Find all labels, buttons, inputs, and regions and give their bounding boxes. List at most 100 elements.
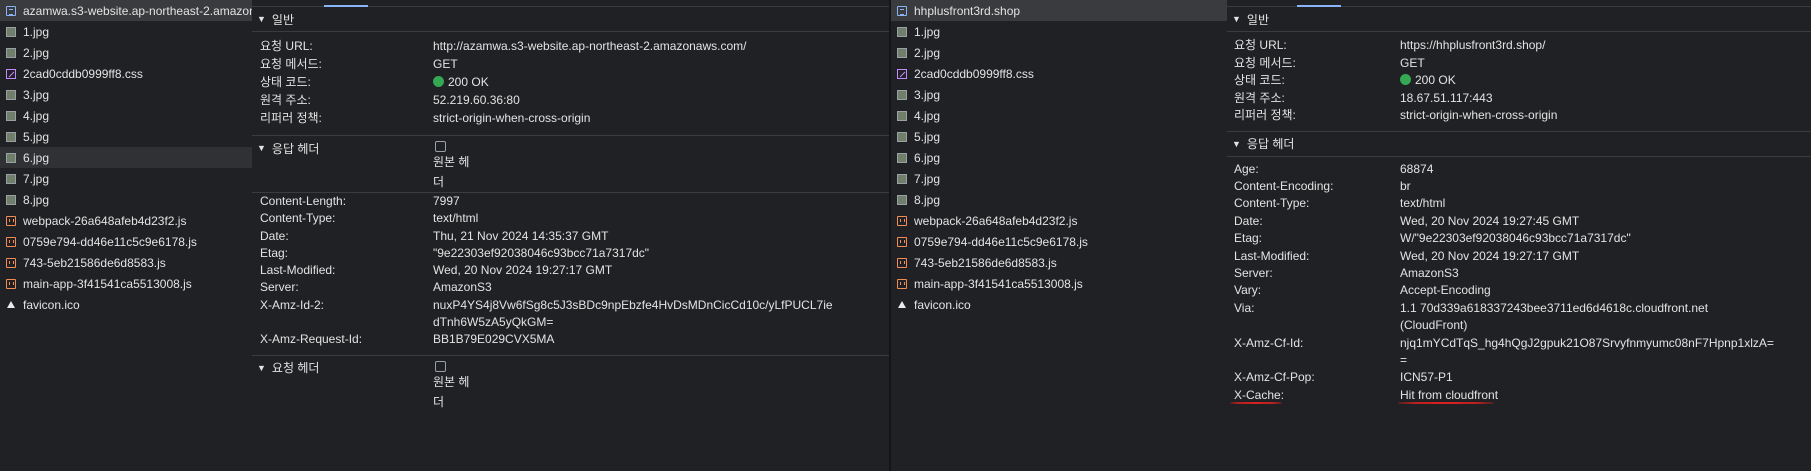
header-value: http://azamwa.s3-website.ap-northeast-2.… — [433, 39, 747, 53]
header-value: nuxP4YS4j8Vw6fSg8c5J3sBDc9npEbzfe4HvDsMD… — [433, 297, 833, 312]
image-icon — [6, 110, 16, 121]
header-row: Content-Type: text/html — [252, 210, 889, 227]
file-name: hhplusfront3rd.shop — [914, 3, 1021, 18]
image-icon — [897, 89, 907, 100]
file-list-item[interactable]: 3.jpg — [0, 84, 252, 105]
header-value: AmazonS3 — [433, 280, 492, 295]
file-list-item[interactable]: 4.jpg — [0, 105, 252, 126]
header-row: Vary: Accept-Encoding — [1227, 282, 1811, 299]
header-row: X-Amz-Cf-Pop: ICN57-P1 — [1227, 369, 1811, 386]
script-icon — [897, 215, 907, 226]
header-value-wrap: GET — [1400, 55, 1425, 73]
file-list-item[interactable]: favicon.ico — [0, 294, 252, 315]
file-list-item[interactable]: 743-5eb21586de6d8583.js — [0, 252, 252, 273]
file-name: main-app-3f41541ca5513008.js — [914, 276, 1083, 291]
header-key: Vary: — [1234, 283, 1262, 298]
file-name: 7.jpg — [914, 171, 941, 186]
file-list-item[interactable]: 7.jpg — [891, 168, 1227, 189]
section-title: 응답 헤더 — [1246, 137, 1295, 151]
file-list-item[interactable]: webpack-26a648afeb4d23f2.js — [891, 210, 1227, 231]
header-value-wrap: strict-origin-when-cross-origin — [1400, 107, 1557, 125]
file-list-item[interactable]: favicon.ico — [891, 294, 1227, 315]
file-list-item[interactable]: main-app-3f41541ca5513008.js — [891, 273, 1227, 294]
header-row: 요청 메서드: GET — [252, 55, 889, 73]
left-general-header[interactable]: ▼ 일반 — [252, 7, 889, 32]
header-key: Date: — [1234, 213, 1263, 228]
header-value-wrap: GET — [433, 55, 458, 73]
file-name: 5.jpg — [23, 129, 50, 144]
file-name: 8.jpg — [23, 192, 50, 207]
left-request-headers-header[interactable]: ▼ 요청 헤더 원본 헤 더 — [252, 354, 889, 412]
header-value: Wed, 20 Nov 2024 19:27:45 GMT — [1400, 213, 1580, 228]
header-value: "9e22303ef92038046c93bcc71a7317dc" — [433, 245, 650, 260]
file-list-item[interactable]: 3.jpg — [891, 84, 1227, 105]
image-icon — [897, 152, 907, 163]
header-value-wrap: Wed, 20 Nov 2024 19:27:17 GMT — [433, 262, 612, 279]
file-list-item[interactable]: 4.jpg — [891, 105, 1227, 126]
header-row: 요청 메서드: GET — [1227, 55, 1811, 73]
image-icon — [6, 131, 16, 142]
header-value-wrap: text/html — [433, 210, 478, 227]
file-name: 3.jpg — [914, 87, 941, 102]
file-list-item[interactable]: hhplusfront3rd.shop — [891, 0, 1227, 21]
header-value: AmazonS3 — [1400, 265, 1459, 280]
left-general-rows: 요청 URL: http://azamwa.s3-website.ap-north… — [252, 32, 889, 135]
file-list-item[interactable]: 0759e794-dd46e11c5c9e6178.js — [891, 231, 1227, 252]
file-list-item[interactable]: webpack-26a648afeb4d23f2.js — [0, 210, 252, 231]
script-icon — [6, 215, 16, 226]
file-list-item[interactable]: 1.jpg — [891, 21, 1227, 42]
image-icon — [897, 47, 907, 58]
header-value-wrap: nuxP4YS4j8Vw6fSg8c5J3sBDc9npEbzfe4HvDsMD… — [433, 297, 833, 332]
header-row: X-Amz-Id-2: nuxP4YS4j8Vw6fSg8c5J3sBDc9npE… — [252, 297, 889, 332]
annotation-underline — [1398, 401, 1494, 404]
raw-headers-checkbox[interactable] — [435, 360, 446, 372]
header-value-wrap: https://hhplusfront3rd.shop/ — [1400, 37, 1545, 55]
header-key: Etag: — [260, 245, 289, 260]
file-list-item[interactable]: 2.jpg — [0, 42, 252, 63]
header-value: Wed, 20 Nov 2024 19:27:17 GMT — [1400, 248, 1580, 263]
raw-headers-toggle[interactable]: 원본 헤 더 — [433, 138, 469, 192]
file-name: webpack-26a648afeb4d23f2.js — [914, 213, 1078, 228]
file-list-item[interactable]: 2cad0cddb0999ff8.css — [891, 63, 1227, 84]
file-list-item[interactable]: 6.jpg — [891, 147, 1227, 168]
header-value-wrap: text/html — [1400, 195, 1445, 212]
file-list-item[interactable]: 5.jpg — [891, 126, 1227, 147]
header-row: X-Amz-Cf-Id: njq1mYCdTqS_hg4hQgJ2gpuk21O8… — [1227, 335, 1811, 370]
file-list-item[interactable]: 8.jpg — [891, 189, 1227, 210]
file-list-item[interactable]: 0759e794-dd46e11c5c9e6178.js — [0, 231, 252, 252]
file-list-item[interactable]: 2.jpg — [891, 42, 1227, 63]
header-key: Content-Type: — [1234, 196, 1310, 211]
header-value: 52.219.60.36:80 — [433, 93, 520, 107]
header-value: W/"9e22303ef92038046c93bcc71a7317dc" — [1400, 231, 1631, 246]
header-key: Server: — [260, 280, 299, 295]
file-name: webpack-26a648afeb4d23f2.js — [23, 213, 187, 228]
file-list-item[interactable]: 1.jpg — [0, 21, 252, 42]
file-name: main-app-3f41541ca5513008.js — [23, 276, 192, 291]
image-icon — [897, 173, 907, 184]
right-general-header[interactable]: ▼ 일반 — [1227, 7, 1811, 32]
header-value-wrap: "9e22303ef92038046c93bcc71a7317dc" — [433, 245, 649, 262]
left-response-headers-header[interactable]: ▼ 응답 헤더 원본 헤 더 — [252, 135, 889, 192]
file-list-item[interactable]: azamwa.s3-website.ap-northeast-2.amazona… — [0, 0, 252, 21]
header-value-continued: dTnh6W5zA5yQkGM= — [433, 315, 554, 330]
header-key: Date: — [260, 228, 289, 243]
header-key: Etag: — [1234, 231, 1263, 246]
file-list-item[interactable]: 5.jpg — [0, 126, 252, 147]
file-list-item[interactable]: 8.jpg — [0, 189, 252, 210]
right-response-headers-header[interactable]: ▼ 응답 헤더 — [1227, 130, 1811, 157]
file-list-item[interactable]: 7.jpg — [0, 168, 252, 189]
header-row: 상태 코드: 200 OK — [252, 73, 889, 91]
header-key: 상태 코드: — [1234, 73, 1285, 87]
left-selected-tab-underline — [324, 5, 368, 7]
file-list-item[interactable]: main-app-3f41541ca5513008.js — [0, 273, 252, 294]
file-list-item[interactable]: 6.jpg — [0, 147, 252, 168]
header-value-wrap: W/"9e22303ef92038046c93bcc71a7317dc" — [1400, 230, 1631, 247]
file-list-item[interactable]: 743-5eb21586de6d8583.js — [891, 252, 1227, 273]
raw-headers-label-wrap: 더 — [433, 175, 445, 189]
file-name: 2.jpg — [914, 45, 941, 60]
file-list-item[interactable]: 2cad0cddb0999ff8.css — [0, 63, 252, 84]
raw-headers-toggle[interactable]: 원본 헤 더 — [433, 358, 469, 412]
expand-triangle-icon: ▼ — [257, 14, 266, 24]
expand-triangle-icon: ▼ — [257, 362, 266, 373]
raw-headers-checkbox[interactable] — [435, 141, 446, 152]
